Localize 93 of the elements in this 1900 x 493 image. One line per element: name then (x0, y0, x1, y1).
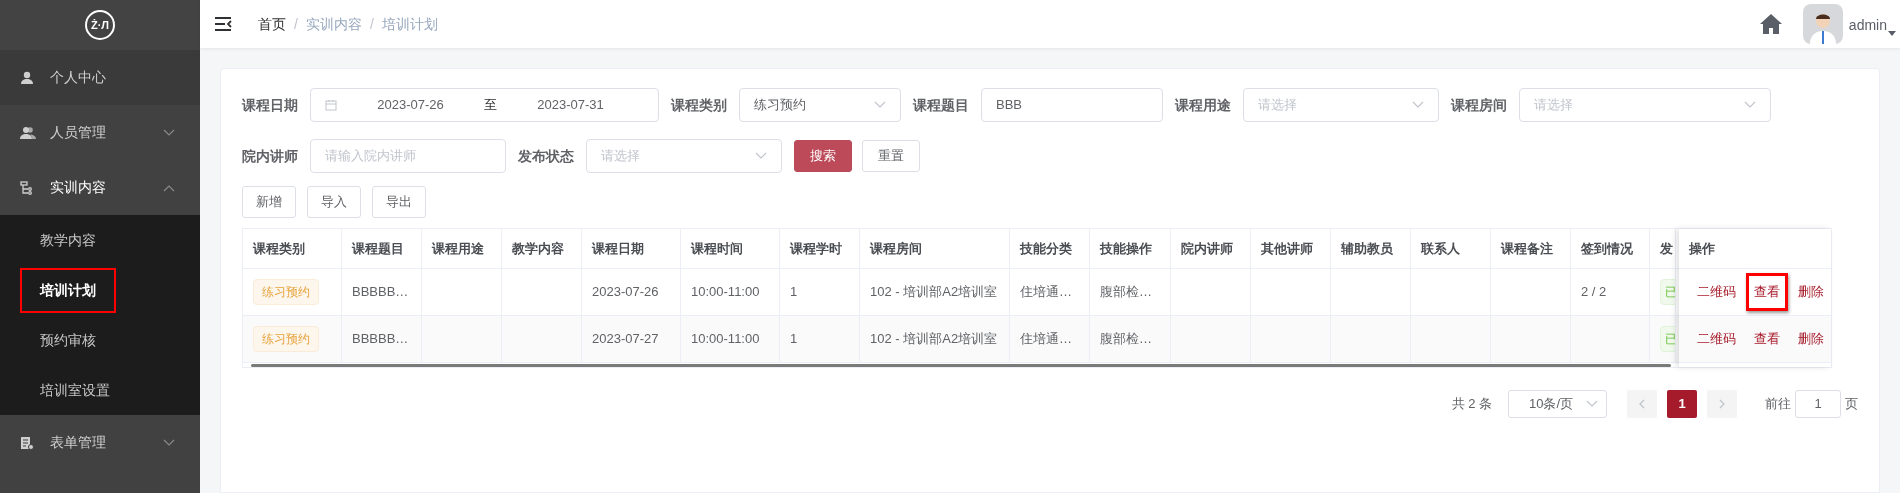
toolbar-button[interactable]: 导入 (307, 186, 361, 218)
username[interactable]: admin (1848, 15, 1887, 36)
table-cell-text: 住培通… (1020, 330, 1072, 349)
category-tag: 练习预约 (253, 326, 319, 352)
page-button[interactable]: 1 (1667, 390, 1697, 418)
column-header: 课程类别 (253, 239, 305, 258)
table-cell-text: BBBBB… (352, 330, 409, 349)
submenu-item[interactable]: 预约审核 (20, 317, 116, 363)
chevron-right-icon (1719, 399, 1725, 409)
chevron-icon (163, 183, 175, 192)
action-link[interactable]: 删除 (1790, 273, 1832, 311)
column-header: 院内讲师 (1181, 239, 1233, 258)
table-cell-text: 10:00-11:00 (691, 330, 760, 349)
table-cell-text: 住培通… (1020, 283, 1072, 302)
chevron-icon (755, 152, 767, 160)
action-link[interactable]: 二维码 (1689, 273, 1744, 311)
submenu-item[interactable]: 教学内容 (20, 217, 116, 263)
column-header: 课程房间 (870, 239, 922, 258)
reset-button[interactable]: 重置 (862, 140, 920, 172)
table-cell-text: 1 (790, 283, 798, 302)
table-cell-text: 102 - 培训部A2培训室 (870, 330, 998, 349)
column-header: 课程时间 (691, 239, 743, 258)
people-icon (20, 125, 36, 140)
table-cell-text: 腹部检… (1100, 283, 1152, 302)
column-header: 课程日期 (592, 239, 644, 258)
column-header: 技能分类 (1020, 239, 1072, 258)
date-range-field[interactable]: 2023-07-26 至 2023-07-31 (310, 88, 659, 122)
table-cell-text: 腹部检… (1100, 330, 1152, 349)
breadcrumb-item[interactable]: 首页 (258, 13, 286, 35)
action-link[interactable]: 查看 (1746, 273, 1788, 311)
calendar-icon (325, 99, 337, 111)
total-count: 共 2 条 (1451, 395, 1492, 414)
breadcrumb-item: 培训计划 (381, 14, 438, 34)
filter-label: 课程用途 (1175, 95, 1231, 115)
goto-page-field[interactable]: 1 (1795, 390, 1841, 418)
action-link[interactable]: 二维码 (1689, 320, 1744, 358)
horizontal-scrollbar[interactable] (251, 364, 1671, 367)
column-header: 技能操作 (1100, 239, 1152, 258)
category-tag: 练习预约 (253, 279, 319, 305)
table-cell-text: 2 / 2 (1581, 283, 1607, 302)
sidebar-item[interactable]: 个人中心 (0, 50, 200, 105)
column-header: 发 (1660, 239, 1673, 258)
column-header: 操作 (1689, 239, 1715, 258)
submenu-item[interactable]: 培训计划 (20, 267, 116, 313)
filter-label: 发布状态 (518, 146, 574, 166)
breadcrumb-separator: / (294, 14, 298, 34)
person-icon (20, 70, 34, 85)
filter-label: 课程类别 (671, 95, 727, 115)
form-icon (20, 435, 34, 450)
column-header: 签到情况 (1581, 239, 1633, 258)
toolbar-button[interactable]: 导出 (372, 186, 426, 218)
goto-label: 前往 (1765, 395, 1791, 414)
action-link[interactable]: 查看 (1746, 320, 1788, 358)
table-cell-text: 10:00-11:00 (691, 283, 760, 302)
table-cell-text: 2023-07-27 (592, 330, 659, 349)
filter-label: 课程日期 (242, 95, 298, 115)
column-header: 课程备注 (1501, 239, 1553, 258)
column-header: 课程学时 (790, 239, 842, 258)
filter-label: 课程题目 (913, 95, 969, 115)
submenu-item[interactable]: 培训室设置 (20, 367, 130, 413)
chevron-icon (874, 101, 886, 109)
chevron-icon (163, 438, 175, 447)
caret-icon[interactable] (1888, 31, 1896, 36)
table-cell-text: 1 (790, 330, 798, 349)
tree-icon (20, 180, 34, 195)
avatar[interactable] (1802, 4, 1843, 44)
table-cell-text: 2023-07-26 (592, 283, 659, 302)
filter-label: 课程房间 (1451, 95, 1507, 115)
menu-icon[interactable] (214, 17, 232, 31)
goto-suffix: 页 (1845, 395, 1858, 414)
column-header: 课程用途 (432, 239, 484, 258)
chevron-icon (1586, 400, 1598, 408)
search-button[interactable]: 搜索 (794, 140, 852, 172)
column-header: 其他讲师 (1261, 239, 1313, 258)
chevron-left-icon (1639, 399, 1645, 409)
input-field[interactable]: BBB (981, 88, 1163, 122)
select-field[interactable]: 练习预约 (739, 88, 901, 122)
home-icon[interactable] (1758, 13, 1783, 35)
action-link[interactable]: 删除 (1790, 320, 1832, 358)
logo: Ż·Л (85, 10, 115, 40)
column-header: 辅助教员 (1341, 239, 1393, 258)
page-size-select[interactable]: 10条/页 (1508, 390, 1607, 418)
table-cell-text: BBBBB… (352, 283, 409, 302)
chevron-icon (163, 128, 175, 137)
column-header: 联系人 (1421, 239, 1460, 258)
chevron-icon (1412, 101, 1424, 109)
table-cell-text: 102 - 培训部A2培训室 (870, 283, 998, 302)
column-header: 课程题目 (352, 239, 404, 258)
breadcrumb-separator: / (369, 14, 374, 34)
filter-label: 院内讲师 (242, 146, 298, 166)
column-header: 教学内容 (512, 239, 564, 258)
chevron-icon (1744, 101, 1756, 109)
toolbar-button[interactable]: 新增 (242, 186, 296, 218)
